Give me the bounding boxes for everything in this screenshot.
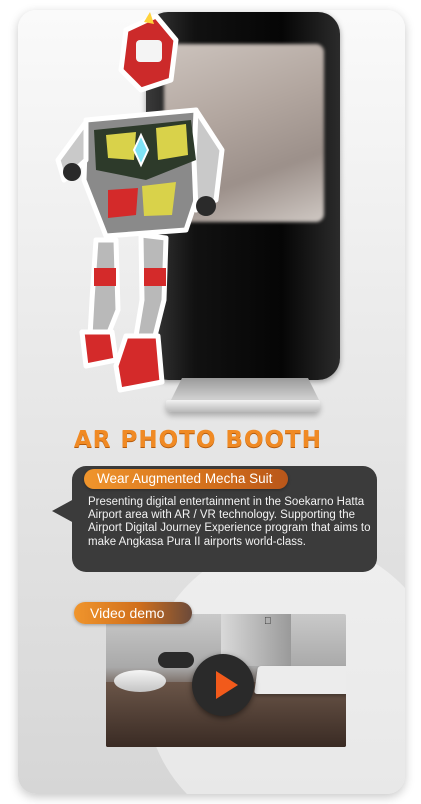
mecha-suit-figure [55,12,225,393]
video-thumbnail-keyboard [254,666,346,694]
video-player[interactable]:  [106,614,346,747]
page-title: AR PHOTO BOOTH [74,427,322,453]
apple-logo-icon:  [264,616,272,627]
video-thumbnail-speaker [158,652,194,668]
kiosk-base [166,400,320,412]
feature-label-badge: Wear Augmented Mecha Suit [84,469,289,489]
feature-description: Presenting digital entertainment in the … [88,496,371,548]
play-button[interactable] [192,654,254,716]
video-thumbnail-mouse [114,670,166,692]
video-demo-label: Video demo [74,602,193,624]
play-icon [216,671,238,699]
content-card: AR PHOTO BOOTH Wear Augmented Mecha Suit… [18,10,405,794]
info-bubble-tail [52,499,74,523]
